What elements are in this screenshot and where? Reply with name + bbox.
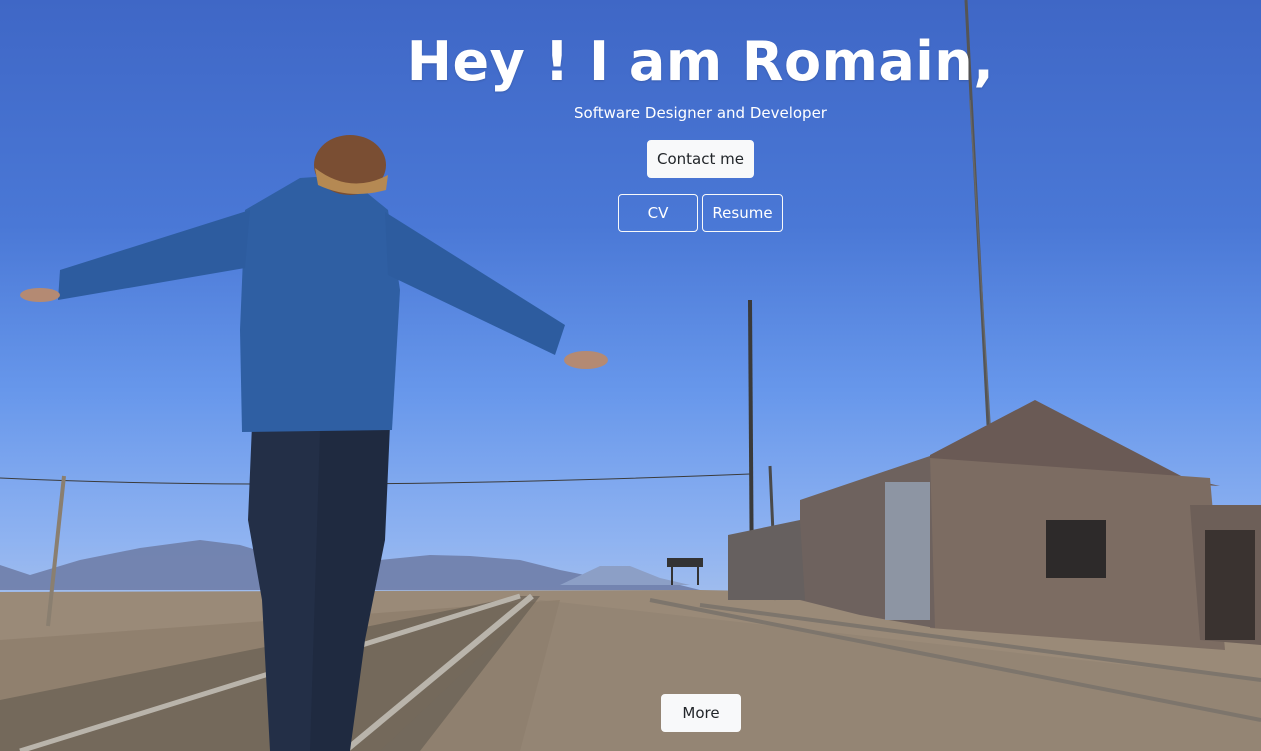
resume-button[interactable]: Resume — [702, 194, 783, 232]
hero-section: Hey ! I am Romain, Software Designer and… — [0, 0, 1261, 751]
door — [885, 482, 930, 620]
station-sign — [667, 558, 703, 567]
cv-button[interactable]: CV — [618, 194, 698, 232]
window — [1046, 520, 1106, 578]
contact-button[interactable]: Contact me — [647, 140, 754, 178]
more-button[interactable]: More — [661, 694, 741, 732]
page-title: Hey ! I am Romain, — [406, 30, 995, 93]
page-subtitle: Software Designer and Developer — [574, 104, 827, 122]
